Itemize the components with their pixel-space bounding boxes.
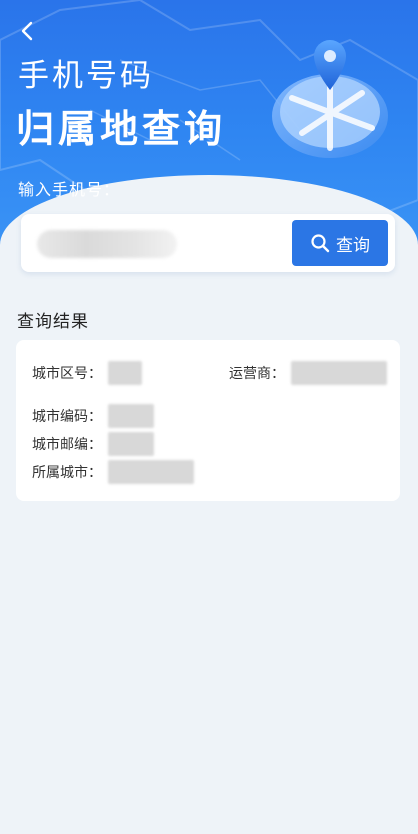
city-code-value: [108, 404, 154, 428]
postal-code-label: 城市邮编：: [32, 437, 102, 453]
city-code-row: 城市编码：: [32, 404, 154, 428]
postal-code-row: 城市邮编：: [32, 432, 154, 456]
phone-input[interactable]: [37, 230, 177, 258]
carrier-value: [291, 361, 387, 385]
page-title-line1: 手机号码: [18, 58, 154, 94]
city-label: 所属城市：: [32, 465, 102, 481]
carrier-row: 运营商：: [229, 361, 387, 385]
carrier-label: 运营商：: [229, 366, 285, 382]
result-section-title: 查询结果: [17, 312, 89, 332]
search-button[interactable]: 查询: [292, 220, 388, 266]
search-icon: [311, 234, 330, 253]
area-code-row: 城市区号：: [32, 361, 142, 385]
search-card: 查询: [21, 214, 395, 272]
area-code-label: 城市区号：: [32, 366, 102, 382]
chevron-left-icon: [21, 21, 33, 41]
result-card: 城市区号： 运营商： 城市编码： 城市邮编： 所属城市：: [16, 340, 400, 501]
city-code-label: 城市编码：: [32, 409, 102, 425]
page-title-line2: 归属地查询: [16, 107, 227, 151]
phone-input-label: 输入手机号：: [18, 180, 121, 199]
search-button-label: 查询: [336, 235, 370, 256]
area-code-value: [108, 361, 142, 385]
location-pin-map-icon: [272, 40, 388, 158]
back-button[interactable]: [10, 14, 44, 48]
postal-code-value: [108, 432, 154, 456]
city-row: 所属城市：: [32, 460, 194, 484]
city-value: [108, 460, 194, 484]
